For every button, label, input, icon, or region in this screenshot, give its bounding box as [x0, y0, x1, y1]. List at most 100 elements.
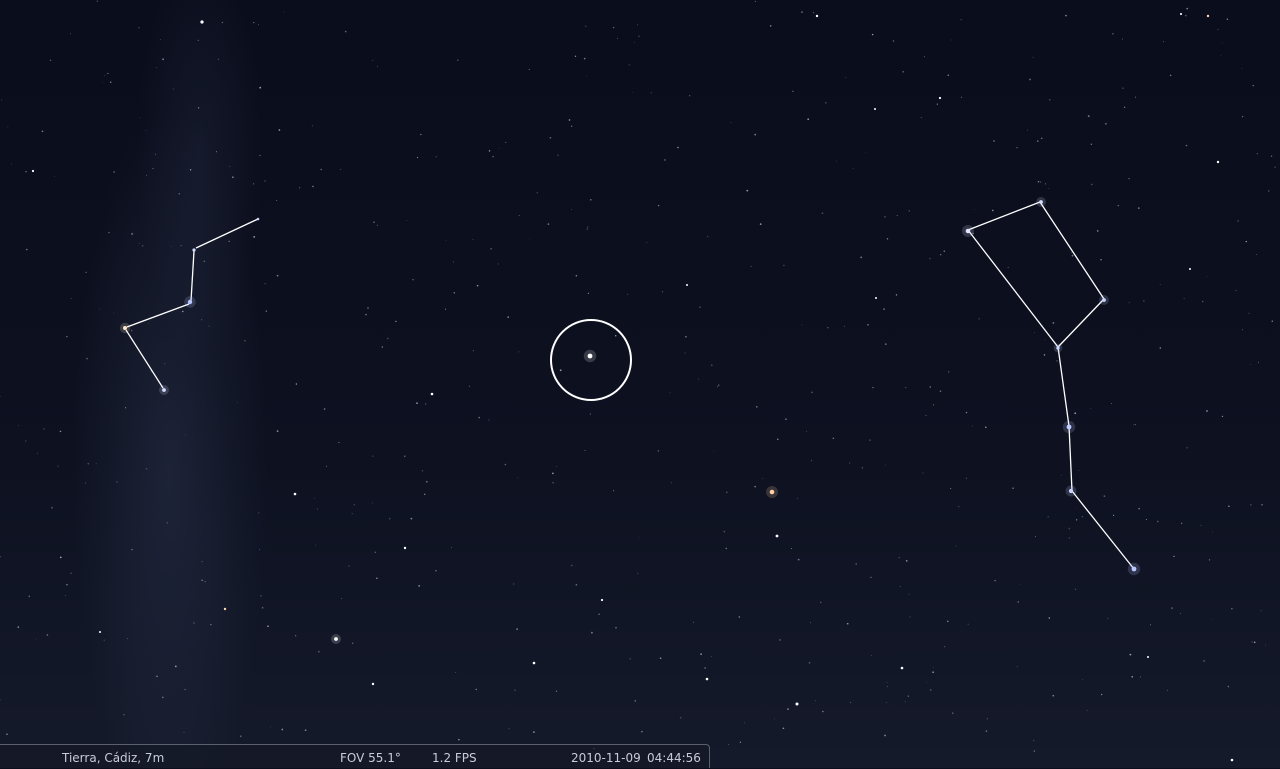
faint-star — [590, 413, 591, 414]
star[interactable] — [533, 662, 536, 665]
star[interactable] — [334, 637, 338, 641]
star[interactable] — [686, 284, 688, 286]
star[interactable] — [1180, 13, 1182, 15]
faint-star — [870, 577, 871, 578]
faint-star — [1146, 519, 1147, 520]
faint-star — [426, 481, 428, 483]
star[interactable] — [192, 248, 195, 251]
star[interactable] — [1231, 759, 1234, 762]
faint-star — [1265, 645, 1266, 646]
faint-star — [1209, 559, 1210, 560]
star[interactable] — [966, 229, 971, 234]
star[interactable] — [1189, 268, 1191, 270]
faint-star — [529, 69, 530, 70]
faint-star — [1138, 207, 1140, 209]
faint-star — [209, 326, 210, 327]
star[interactable] — [1207, 15, 1209, 17]
star[interactable] — [706, 678, 709, 681]
faint-star — [270, 727, 271, 728]
star[interactable] — [796, 703, 799, 706]
constellation-line — [968, 230, 1058, 347]
faint-star — [865, 152, 866, 153]
star[interactable] — [431, 393, 434, 396]
faint-star — [104, 75, 105, 76]
faint-star — [36, 638, 37, 639]
faint-star — [185, 435, 186, 436]
faint-star — [99, 309, 100, 310]
faint-star — [1012, 487, 1013, 488]
faint-star — [1206, 276, 1207, 277]
faint-star — [85, 482, 86, 483]
star[interactable] — [1067, 425, 1072, 430]
faint-star — [312, 125, 313, 126]
star[interactable] — [99, 631, 101, 633]
faint-star — [42, 131, 44, 133]
faint-star — [1203, 660, 1205, 662]
star[interactable] — [404, 547, 406, 549]
faint-star — [276, 200, 277, 201]
faint-star — [896, 294, 897, 295]
faint-star — [933, 404, 934, 405]
star[interactable] — [162, 388, 166, 392]
faint-star — [473, 350, 474, 351]
faint-star — [1075, 589, 1076, 590]
faint-star — [116, 481, 117, 482]
star[interactable] — [1069, 489, 1073, 493]
faint-star — [671, 482, 672, 483]
star[interactable] — [939, 97, 941, 99]
faint-star — [1129, 178, 1130, 179]
star[interactable] — [372, 683, 374, 685]
faint-star — [1135, 424, 1136, 425]
star[interactable] — [601, 599, 603, 601]
faint-star — [1133, 424, 1134, 425]
faint-star — [18, 425, 19, 426]
faint-star — [264, 180, 266, 182]
bright-stars — [32, 13, 1233, 761]
faint-star — [108, 232, 109, 233]
star[interactable] — [32, 170, 34, 172]
sky-view[interactable] — [0, 0, 1280, 768]
faint-star — [148, 323, 149, 324]
star[interactable] — [588, 354, 593, 359]
star[interactable] — [901, 667, 904, 670]
faint-star — [569, 119, 571, 121]
star[interactable] — [200, 20, 203, 23]
faint-star — [1150, 624, 1151, 625]
star[interactable] — [874, 108, 876, 110]
faint-star — [367, 307, 369, 309]
faint-star — [1088, 115, 1090, 117]
star[interactable] — [816, 15, 818, 17]
star[interactable] — [770, 490, 775, 495]
faint-star — [711, 656, 712, 657]
faint-star — [445, 309, 446, 310]
faint-star — [905, 701, 906, 702]
star[interactable] — [224, 608, 226, 610]
faint-star — [637, 573, 638, 574]
sky-canvas[interactable] — [0, 0, 1280, 768]
faint-star — [508, 728, 509, 729]
star[interactable] — [1132, 567, 1137, 572]
date-label[interactable]: 2010-11-09 — [571, 747, 641, 769]
faint-star — [571, 565, 572, 566]
faint-star — [507, 316, 509, 318]
star[interactable] — [257, 218, 260, 221]
star[interactable] — [1039, 200, 1043, 204]
star[interactable] — [1147, 656, 1149, 658]
faint-star — [107, 73, 108, 74]
star[interactable] — [1217, 161, 1219, 163]
star[interactable] — [776, 535, 779, 538]
star[interactable] — [875, 297, 877, 299]
faint-star — [1206, 410, 1208, 412]
star[interactable] — [123, 326, 127, 330]
faint-star — [638, 36, 639, 37]
star[interactable] — [294, 493, 297, 496]
faint-star — [952, 712, 953, 713]
faint-star — [210, 624, 211, 625]
time-label[interactable]: 04:44:56 — [647, 747, 701, 769]
faint-star — [453, 261, 454, 262]
location-label[interactable]: Tierra, Cádiz, 7m — [62, 747, 164, 769]
faint-star — [476, 689, 477, 690]
star[interactable] — [1056, 346, 1059, 349]
star[interactable] — [188, 300, 192, 304]
star[interactable] — [1102, 298, 1106, 302]
